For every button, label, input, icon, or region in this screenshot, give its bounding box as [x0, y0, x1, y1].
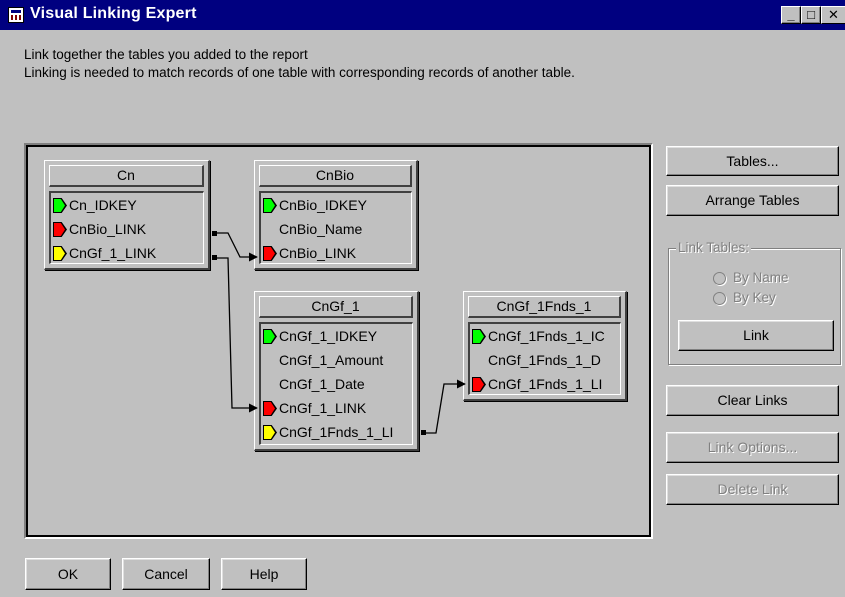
indexed-flag-icon — [53, 246, 67, 261]
table-cngf1-header[interactable]: CnGf_1 — [259, 296, 413, 318]
field-cngf1-amount[interactable]: CnGf_1_Amount — [261, 348, 411, 372]
table-cngf1fnds1[interactable]: CnGf_1Fnds_1 CnGf_1Fnds_1_IC CnGf_1Fnds_… — [463, 291, 627, 401]
table-cngf1[interactable]: CnGf_1 CnGf_1_IDKEY CnGf_1_Amount CnGf_1… — [254, 291, 419, 451]
link-tables-label: Link Tables: — [676, 240, 752, 255]
table-cnbio[interactable]: CnBio CnBio_IDKEY CnBio_Name CnBio_LINK — [254, 160, 418, 270]
primary-key-flag-icon — [263, 198, 277, 213]
field-cnbio-name[interactable]: CnBio_Name — [261, 217, 411, 241]
field-cnbio-link[interactable]: CnBio_LINK — [51, 217, 201, 241]
table-cngf1fnds1-fields: CnGf_1Fnds_1_IC CnGf_1Fnds_1_D CnGf_1Fnd… — [468, 322, 621, 395]
title-bar[interactable]: Visual Linking Expert _ □ ✕ — [0, 0, 845, 30]
tables-button[interactable]: Tables... — [666, 146, 839, 176]
field-cngf1-idkey[interactable]: CnGf_1_IDKEY — [261, 324, 411, 348]
table-cnbio-fields: CnBio_IDKEY CnBio_Name CnBio_LINK — [259, 191, 412, 264]
instruction-line-1: Link together the tables you added to th… — [24, 47, 308, 62]
link-flag-icon — [263, 246, 277, 261]
app-icon — [8, 7, 24, 23]
field-cngf1fnds1-link[interactable]: CnGf_1Fnds_1_LI — [470, 372, 620, 394]
help-button[interactable]: Help — [221, 558, 307, 590]
field-cnbio-link-target[interactable]: CnBio_LINK — [261, 241, 411, 263]
cancel-button[interactable]: Cancel — [122, 558, 210, 590]
link-button[interactable]: Link — [678, 320, 834, 351]
field-cngf1fnds1-idkey[interactable]: CnGf_1Fnds_1_IC — [470, 324, 620, 348]
ok-button[interactable]: OK — [25, 558, 111, 590]
indexed-flag-icon — [263, 425, 277, 440]
table-cn[interactable]: Cn Cn_IDKEY CnBio_LINK CnGf_1_LINK — [44, 160, 210, 270]
table-cngf1fnds1-header[interactable]: CnGf_1Fnds_1 — [468, 296, 621, 318]
field-cngf1-link[interactable]: CnGf_1_LINK — [261, 396, 411, 420]
delete-link-button[interactable]: Delete Link — [666, 474, 839, 505]
primary-key-flag-icon — [472, 329, 486, 344]
arrange-tables-button[interactable]: Arrange Tables — [666, 185, 839, 216]
table-cn-fields: Cn_IDKEY CnBio_LINK CnGf_1_LINK — [49, 191, 204, 264]
window-title: Visual Linking Expert — [30, 5, 197, 22]
field-cngf1-link[interactable]: CnGf_1_LINK — [51, 241, 201, 263]
primary-key-flag-icon — [53, 198, 67, 213]
primary-key-flag-icon — [263, 329, 277, 344]
radio-button-icon — [713, 272, 726, 285]
link-flag-icon — [472, 377, 486, 392]
link-flag-icon — [53, 222, 67, 237]
field-cngf1fnds1-d[interactable]: CnGf_1Fnds_1_D — [470, 348, 620, 372]
radio-button-icon — [713, 292, 726, 305]
link-flag-icon — [263, 401, 277, 416]
instruction-line-2: Linking is needed to match records of on… — [24, 65, 575, 80]
field-cngf1fnds1-li[interactable]: CnGf_1Fnds_1_LI — [261, 420, 411, 444]
field-cnbio-idkey[interactable]: CnBio_IDKEY — [261, 193, 411, 217]
minimize-button[interactable]: _ — [781, 6, 801, 24]
instructions: Link together the tables you added to th… — [24, 46, 575, 82]
table-cngf1-fields: CnGf_1_IDKEY CnGf_1_Amount CnGf_1_Date C… — [259, 322, 413, 445]
table-cnbio-header[interactable]: CnBio — [259, 165, 412, 187]
clear-links-button[interactable]: Clear Links — [666, 385, 839, 416]
table-cn-header[interactable]: Cn — [49, 165, 204, 187]
field-cn-idkey[interactable]: Cn_IDKEY — [51, 193, 201, 217]
maximize-button[interactable]: □ — [801, 6, 821, 24]
link-options-button[interactable]: Link Options... — [666, 432, 839, 463]
close-button[interactable]: ✕ — [821, 6, 845, 24]
field-cngf1-date[interactable]: CnGf_1_Date — [261, 372, 411, 396]
